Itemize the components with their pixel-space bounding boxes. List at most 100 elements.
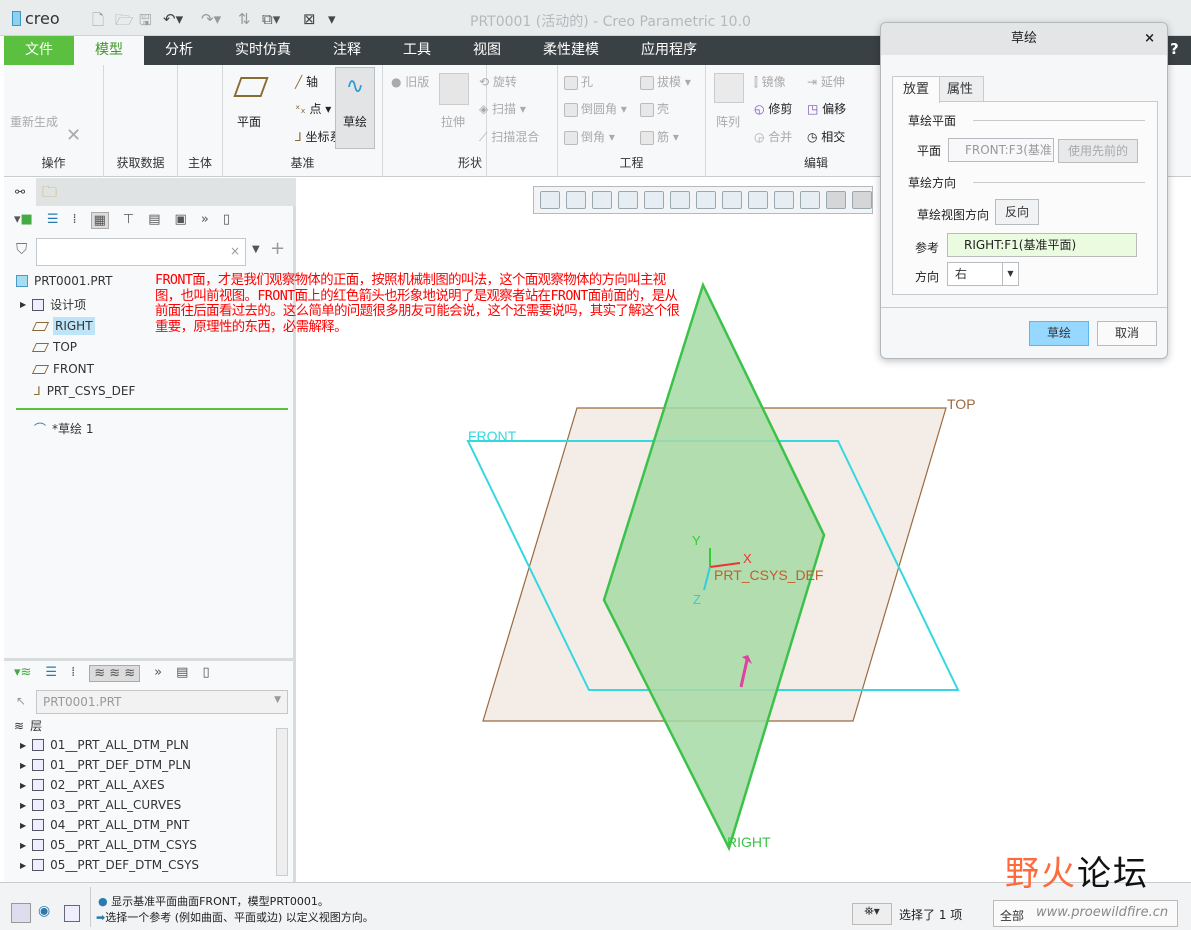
open-icon[interactable]: 🗁: [115, 10, 134, 35]
close-window-icon[interactable]: ⊠: [303, 10, 316, 28]
display-style-icon[interactable]: [644, 191, 664, 209]
new-icon[interactable]: 🗋: [92, 10, 104, 35]
tree-expand-icon[interactable]: ⁞: [72, 212, 76, 229]
point-button[interactable]: ˣₓ 点 ▾: [295, 100, 331, 117]
expand-icon[interactable]: ▶: [20, 801, 26, 810]
spin-center-icon[interactable]: [826, 191, 846, 209]
tree-columns-icon[interactable]: ▦: [90, 212, 109, 229]
datum-display-icon[interactable]: [774, 191, 794, 209]
layer-item[interactable]: ▶ 03__PRT_ALL_CURVES: [20, 798, 181, 812]
extrude-button[interactable]: 拉伸: [441, 113, 465, 130]
add-filter-icon[interactable]: +: [270, 238, 285, 259]
flip-button[interactable]: 反向: [995, 199, 1039, 225]
mirror-button[interactable]: ⫿ 镜像: [754, 73, 786, 90]
trim-button[interactable]: ◵ 修剪: [754, 100, 792, 117]
help-icon[interactable]: ?: [1170, 40, 1179, 58]
tab-file[interactable]: 文件: [4, 36, 74, 65]
view-manager-icon[interactable]: [696, 191, 716, 209]
revolve-button[interactable]: ⟲ 旋转: [479, 73, 517, 90]
select-model-icon[interactable]: ↖: [16, 694, 26, 708]
shell-button[interactable]: 壳: [640, 100, 669, 117]
save-icon[interactable]: 🖫: [139, 10, 152, 35]
tab-properties[interactable]: 属性: [936, 76, 985, 102]
sketch-ok-button[interactable]: 草绘: [1029, 321, 1089, 346]
clear-search-icon[interactable]: ×: [230, 244, 240, 258]
undo-icon[interactable]: ↶▾: [163, 10, 183, 28]
group-editing-label[interactable]: 编辑: [746, 154, 886, 171]
annotation-display-icon[interactable]: [800, 191, 820, 209]
tab-model[interactable]: 模型: [74, 36, 144, 65]
sketch-button[interactable]: ∿ 草绘: [335, 67, 375, 149]
delete-icon[interactable]: ✕: [66, 125, 81, 146]
insert-here-indicator[interactable]: [16, 408, 288, 410]
group-engineering-label[interactable]: 工程: [558, 154, 705, 171]
notes-icon[interactable]: ▯: [223, 212, 230, 229]
more-icon[interactable]: »: [154, 665, 162, 682]
tree-item-design-items[interactable]: ▶ 设计项: [20, 296, 86, 313]
regenerate-icon[interactable]: ⇅: [238, 10, 251, 28]
merge-button[interactable]: ◶ 合并: [754, 128, 792, 145]
full-screen-icon[interactable]: [64, 905, 80, 922]
axis-button[interactable]: ╱ 轴: [295, 73, 318, 90]
layer-item[interactable]: ▶ 04__PRT_ALL_DTM_PNT: [20, 818, 190, 832]
expand-icon[interactable]: ▶: [20, 821, 26, 830]
saved-orientations-icon[interactable]: [670, 191, 690, 209]
tree-search-input[interactable]: [36, 238, 246, 266]
direction-select[interactable]: 右 ▼: [947, 262, 1019, 286]
layer-list-icon[interactable]: ☰: [45, 665, 57, 682]
tab-placement[interactable]: 放置: [892, 76, 941, 103]
model-tree-tab[interactable]: ⚯: [4, 178, 36, 206]
zoom-out-icon[interactable]: [592, 191, 612, 209]
section-icon[interactable]: [748, 191, 768, 209]
model-icon[interactable]: ▾■: [14, 212, 33, 229]
zoom-in-icon[interactable]: [566, 191, 586, 209]
notes-icon[interactable]: ▯: [202, 665, 209, 682]
draft-button[interactable]: 拔模 ▾: [640, 73, 691, 90]
panel-splitter[interactable]: [4, 658, 296, 661]
perspective-icon[interactable]: [722, 191, 742, 209]
regenerate-button[interactable]: 重新生成: [10, 113, 58, 130]
tree-settings-icon[interactable]: ▤: [148, 212, 160, 229]
layer-item[interactable]: ▶ 01__PRT_ALL_DTM_PLN: [20, 738, 189, 752]
extend-button[interactable]: ⇥ 延伸: [807, 73, 845, 90]
intersect-button[interactable]: ◷ 相交: [807, 128, 845, 145]
chevron-down-icon[interactable]: ▼: [1002, 263, 1018, 285]
tree-root[interactable]: PRT0001.PRT: [16, 274, 112, 288]
layer-props-icon[interactable]: ▤: [176, 665, 188, 682]
csys-display-icon[interactable]: [852, 191, 872, 209]
layer-expand-icon[interactable]: ⁞: [71, 665, 75, 682]
windows-icon[interactable]: ⧉▾: [262, 10, 280, 28]
refit-icon[interactable]: [540, 191, 560, 209]
cancel-button[interactable]: 取消: [1097, 321, 1157, 346]
tab-analysis[interactable]: 分析: [144, 36, 214, 65]
tree-item-front[interactable]: FRONT: [31, 362, 94, 376]
hole-button[interactable]: 孔: [564, 73, 593, 90]
layer-item[interactable]: ▶ 02__PRT_ALL_AXES: [20, 778, 165, 792]
group-shape-label[interactable]: 形状: [383, 154, 557, 171]
close-icon[interactable]: ×: [1144, 23, 1155, 55]
use-previous-button[interactable]: 使用先前的: [1058, 139, 1138, 163]
expand-icon[interactable]: ▶: [20, 841, 26, 850]
rib-button[interactable]: 筋 ▾: [640, 128, 679, 145]
customize-toolbar-icon[interactable]: ▾: [328, 10, 336, 28]
search-dropdown-icon[interactable]: ▼: [252, 244, 260, 255]
tab-flexible-modeling[interactable]: 柔性建模: [522, 36, 620, 65]
layer-item[interactable]: ▶ 05__PRT_ALL_DTM_CSYS: [20, 838, 197, 852]
group-operations-label[interactable]: 操作: [4, 154, 103, 171]
plane-button[interactable]: 平面: [237, 113, 261, 130]
plane-icon[interactable]: [233, 77, 269, 97]
tree-item-top[interactable]: TOP: [31, 340, 77, 354]
tab-live-simulation[interactable]: 实时仿真: [214, 36, 312, 65]
chamfer-button[interactable]: 倒角 ▾: [564, 128, 615, 145]
expand-icon[interactable]: ▶: [20, 761, 26, 770]
layer-scrollbar[interactable]: [276, 728, 288, 876]
show-navigator-icon[interactable]: [11, 903, 31, 923]
plane-field[interactable]: FRONT:F3(基准: [948, 138, 1054, 162]
tree-list-icon[interactable]: ☰: [47, 212, 59, 229]
legacy-button[interactable]: ● 旧版: [391, 73, 429, 90]
redo-icon[interactable]: ↷▾: [201, 10, 221, 28]
expand-icon[interactable]: ▶: [20, 741, 26, 750]
group-body-label[interactable]: 主体: [178, 154, 222, 171]
group-datum-label[interactable]: 基准: [223, 154, 382, 171]
offset-button[interactable]: ◳ 偏移: [807, 100, 846, 117]
